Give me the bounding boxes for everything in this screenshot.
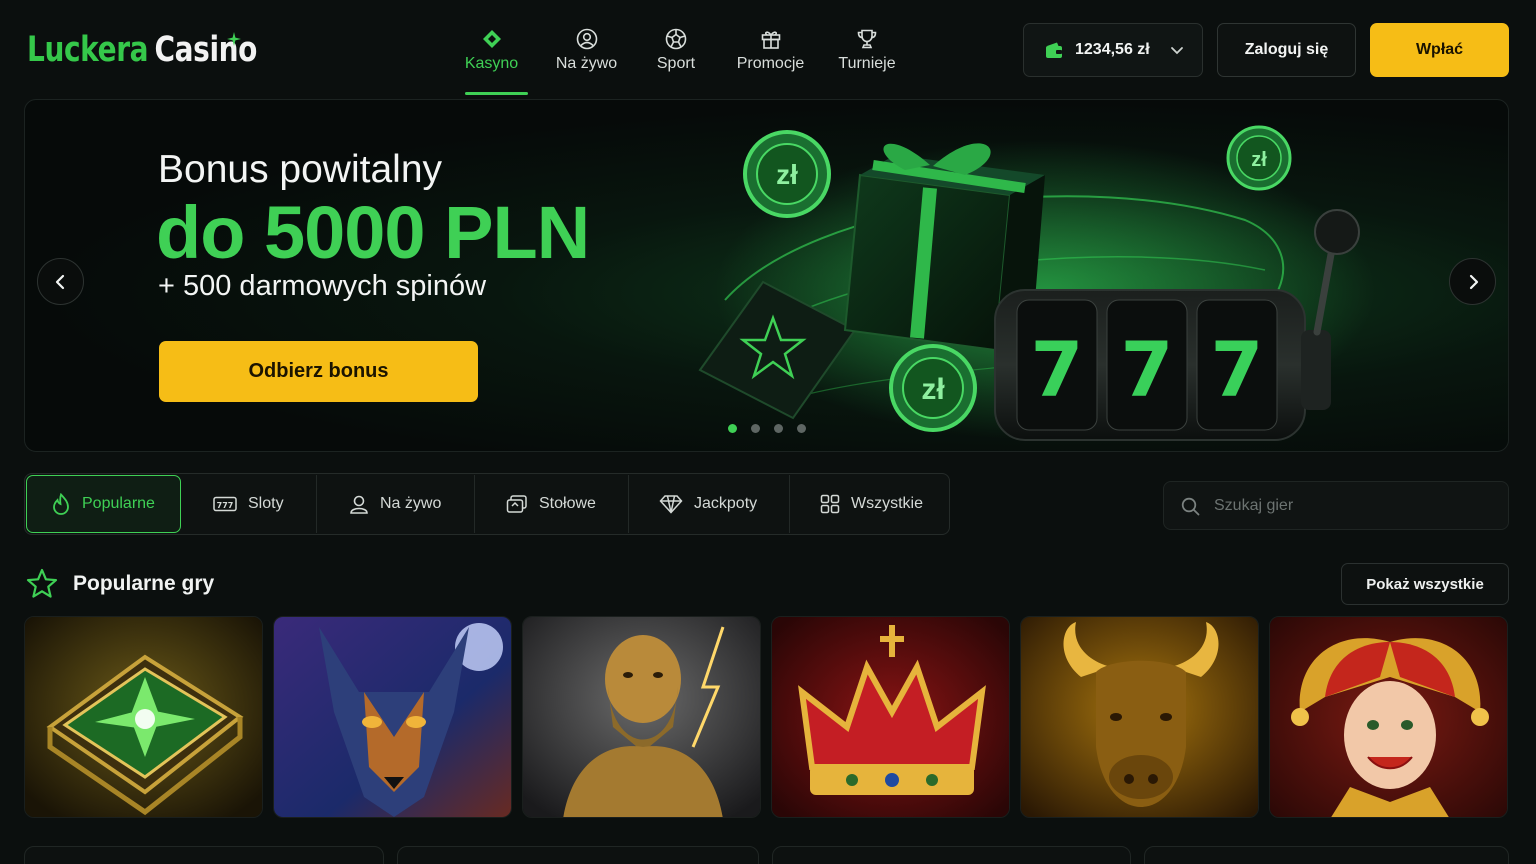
reel-symbol: 7 (1121, 325, 1174, 414)
nav-label: Turnieje (838, 55, 896, 72)
nav-active-indicator (465, 92, 528, 95)
tab-label: Wszystkie (851, 495, 923, 512)
promo-card[interactable] (772, 846, 1131, 864)
claim-bonus-button[interactable]: Odbierz bonus (159, 341, 478, 402)
coin-label: zł (1251, 149, 1267, 171)
coin-label: zł (921, 373, 945, 406)
coin-label: zł (776, 159, 798, 190)
game-card-golden-bull[interactable] (1020, 616, 1259, 818)
tab-stolowe[interactable]: Stołowe (506, 475, 628, 533)
promo-card[interactable] (24, 846, 384, 864)
carousel-prev-button[interactable] (37, 258, 84, 305)
game-search (1163, 481, 1509, 530)
wallet-balance: 1234,56 zł (1075, 41, 1150, 58)
chevron-down-icon (1171, 47, 1183, 55)
game-thumbnail (523, 617, 760, 817)
reel-symbol: 7 (1031, 325, 1084, 414)
nav-item-promocje[interactable]: Promocje (733, 26, 808, 96)
gift-icon (761, 31, 780, 49)
game-card-zeus[interactable] (522, 616, 761, 818)
hero-bonus-amount: do 5000 PLN (156, 191, 590, 274)
football-icon (665, 28, 687, 50)
tab-sloty[interactable]: 777 Sloty (213, 475, 316, 533)
chevron-right-icon (1469, 274, 1478, 289)
casino-chip-icon (482, 30, 501, 48)
diamond-icon (659, 495, 683, 514)
nav-label: Kasyno (464, 55, 519, 72)
nav-item-sport[interactable]: Sport (651, 26, 701, 96)
grid-icon (820, 494, 840, 514)
svg-text:777: 777 (217, 501, 234, 510)
star-icon (26, 568, 58, 598)
logo-text-primary: Luckera (27, 30, 149, 70)
search-input[interactable] (1214, 482, 1494, 529)
deposit-button[interactable]: Wpłać (1370, 23, 1509, 77)
trophy-icon (857, 29, 877, 49)
carousel-next-button[interactable] (1449, 258, 1496, 305)
nav-item-turnieje[interactable]: Turnieje (836, 26, 898, 96)
tab-popularne[interactable]: Popularne (26, 475, 181, 533)
site-logo[interactable]: Luckera Casino (27, 30, 257, 70)
logo-text-secondary: Casino (154, 30, 258, 70)
section-title: Popularne gry (73, 572, 215, 595)
live-dealer-icon (350, 495, 368, 514)
game-card-wolf[interactable] (273, 616, 512, 818)
hero-heading: Bonus powitalny (158, 148, 443, 191)
game-thumbnail (1021, 617, 1258, 817)
tab-label: Stołowe (539, 495, 596, 512)
nav-label: Na żywo (555, 55, 618, 72)
tab-label: Jackpoty (694, 495, 758, 512)
game-card-jester[interactable] (1269, 616, 1508, 818)
game-thumbnail (25, 617, 262, 817)
game-thumbnail (1270, 617, 1507, 817)
game-card-royal-crown[interactable] (771, 616, 1010, 818)
show-all-button[interactable]: Pokaż wszystkie (1341, 563, 1509, 605)
reel-symbol: 7 (1211, 325, 1264, 414)
game-card-emerald-book[interactable] (24, 616, 263, 818)
hero-illustration: zł zł zł 7 7 7 (698, 125, 1375, 441)
tab-label: Na żywo (380, 495, 442, 512)
tab-na-zywo[interactable]: Na żywo (349, 475, 474, 533)
category-tabs: Popularne 777 Sloty Na żywo Stołowe Jack… (24, 473, 950, 535)
tab-wszystkie[interactable]: Wszystkie (820, 475, 950, 533)
wallet-balance-dropdown[interactable]: 1234,56 zł (1023, 23, 1203, 77)
nav-item-na-zywo[interactable]: Na żywo (555, 26, 618, 96)
carousel-dot[interactable] (774, 424, 783, 433)
tab-label: Popularne (82, 495, 155, 512)
sparkle-icon (227, 32, 241, 46)
nav-label: Promocje (736, 55, 805, 72)
promo-card[interactable] (1144, 846, 1509, 864)
carousel-dot[interactable] (797, 424, 806, 433)
coin-front: zł (889, 344, 977, 432)
coin-large: zł (743, 130, 831, 218)
flame-icon (53, 493, 69, 515)
tab-jackpoty[interactable]: Jackpoty (659, 475, 789, 533)
tab-label: Sloty (248, 495, 284, 512)
game-thumbnail (772, 617, 1009, 817)
wallet-icon (1046, 42, 1062, 58)
live-dealer-icon (576, 28, 597, 50)
chevron-left-icon (55, 274, 64, 289)
hero-banner: Bonus powitalny do 5000 PLN + 500 darmow… (24, 99, 1509, 452)
coin-small: zł (1226, 125, 1292, 191)
search-icon (1181, 497, 1200, 516)
promo-card[interactable] (397, 846, 759, 864)
nav-item-kasyno[interactable]: Kasyno (460, 26, 528, 96)
hero-subheading: + 500 darmowych spinów (158, 270, 487, 302)
login-button[interactable]: Zaloguj się (1217, 23, 1356, 77)
carousel-dot[interactable] (751, 424, 760, 433)
game-thumbnail (274, 617, 511, 817)
slot-777-icon: 777 (213, 496, 237, 512)
carousel-dot[interactable] (728, 424, 737, 433)
nav-label: Sport (656, 55, 696, 72)
cards-icon (506, 495, 527, 513)
top-header: Luckera Casino Kasyno Na żywo Sport Prom… (0, 0, 1536, 98)
